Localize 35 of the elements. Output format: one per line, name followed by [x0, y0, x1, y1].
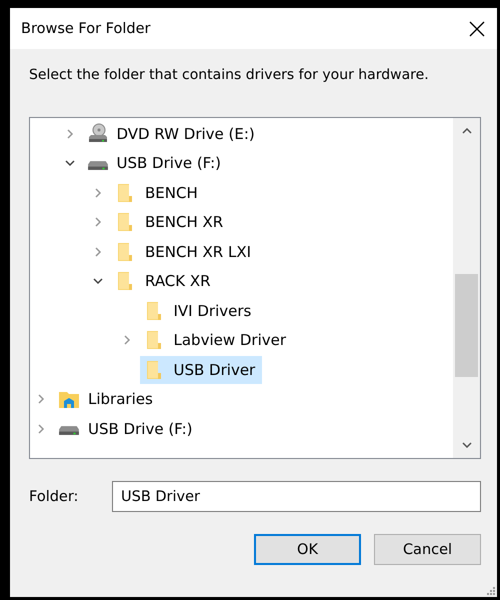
folder-input-field[interactable]: USB Driver — [112, 481, 481, 512]
expand-chevron-icon[interactable] — [36, 424, 46, 434]
folder-label: Folder: — [29, 488, 80, 504]
collapse-chevron-icon[interactable] — [64, 158, 74, 168]
scrollbar[interactable] — [453, 118, 480, 458]
scroll-down-icon[interactable] — [462, 442, 472, 448]
tree-item[interactable]: USB Driver — [140, 356, 262, 384]
resize-grip-icon[interactable] — [486, 586, 495, 595]
tree-item[interactable]: Libraries — [54, 385, 160, 414]
close-icon[interactable] — [469, 20, 485, 36]
scroll-up-icon[interactable] — [462, 128, 472, 134]
dialog-button[interactable]: Cancel — [374, 534, 481, 565]
tree-item[interactable]: Labview Driver — [140, 326, 294, 354]
window-title: Browse For Folder — [21, 20, 150, 36]
tree-item[interactable]: IVI Drivers — [140, 296, 258, 325]
collapse-chevron-icon[interactable] — [93, 276, 103, 286]
expand-chevron-icon[interactable] — [64, 128, 74, 139]
tree-item[interactable]: RACK XR — [111, 267, 218, 296]
tree-item[interactable]: DVD RW Drive (E:) — [82, 120, 262, 148]
expand-chevron-icon[interactable] — [93, 217, 103, 228]
tree-item[interactable]: USB Drive (F:) — [54, 414, 200, 443]
tree-item[interactable]: USB Drive (F:) — [82, 149, 228, 178]
drive-icon — [86, 160, 108, 171]
tree-item[interactable]: BENCH — [111, 178, 205, 207]
expand-chevron-icon[interactable] — [93, 188, 103, 198]
drive-icon — [58, 425, 80, 436]
expand-chevron-icon[interactable] — [122, 335, 132, 346]
dialog-button[interactable]: OK — [254, 534, 361, 565]
instruction-text: Select the folder that contains drivers for your hardware. — [29, 66, 430, 85]
expand-chevron-icon[interactable] — [36, 394, 46, 404]
tree-item[interactable]: BENCH XR LXI — [111, 238, 258, 266]
disc-drive-icon — [86, 122, 108, 145]
scrollbar-thumb[interactable] — [455, 274, 478, 377]
tree-item[interactable]: BENCH XR — [111, 208, 230, 236]
expand-chevron-icon[interactable] — [93, 246, 103, 257]
